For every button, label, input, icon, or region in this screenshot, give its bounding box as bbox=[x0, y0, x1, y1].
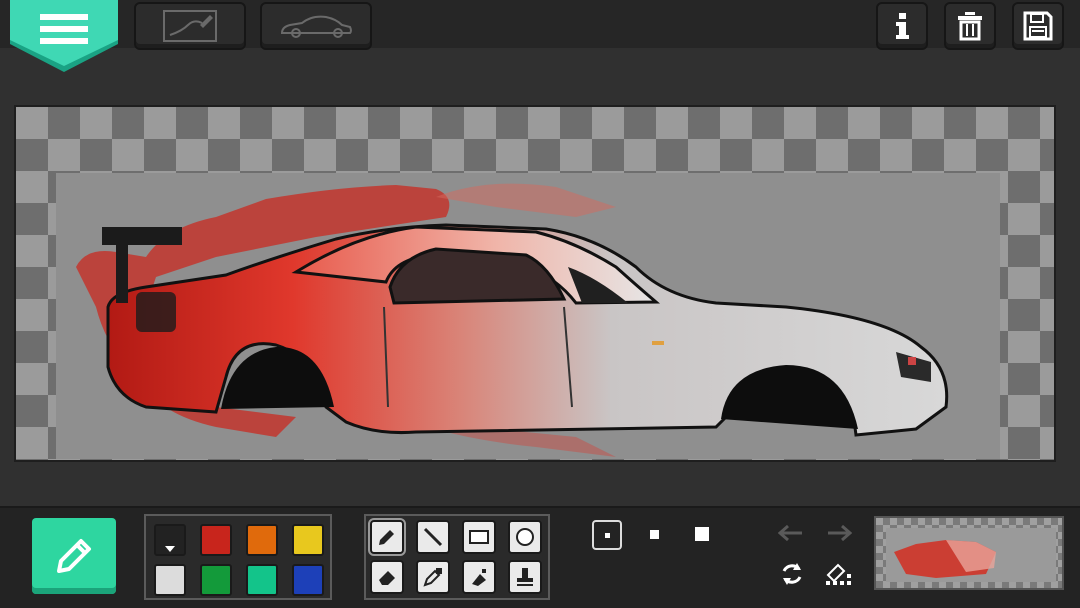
pencil-tool[interactable] bbox=[368, 518, 406, 556]
color-swatch-red[interactable] bbox=[200, 524, 232, 556]
tool-palette bbox=[364, 514, 550, 600]
brush-size-small[interactable] bbox=[592, 520, 622, 550]
stamp-icon bbox=[517, 568, 533, 586]
eraser-tool[interactable] bbox=[370, 560, 404, 594]
color-palette bbox=[144, 514, 332, 600]
stamp-tool[interactable] bbox=[508, 560, 542, 594]
top-bar bbox=[0, 0, 1080, 72]
brush-size-large[interactable] bbox=[690, 522, 714, 546]
draw-mode-button[interactable] bbox=[32, 518, 116, 594]
bottom-toolbar bbox=[0, 506, 1080, 608]
sketch-icon bbox=[163, 10, 217, 42]
eraser-icon bbox=[379, 571, 395, 585]
menu-icon bbox=[10, 0, 118, 72]
redo-icon bbox=[828, 524, 852, 542]
car-tab[interactable] bbox=[260, 2, 372, 50]
info-icon bbox=[896, 13, 909, 39]
clear-grid-button[interactable] bbox=[822, 560, 856, 588]
color-swatch-orange[interactable] bbox=[246, 524, 278, 556]
paint-editor bbox=[0, 0, 1080, 608]
delete-button[interactable] bbox=[944, 2, 996, 50]
rectangle-tool[interactable] bbox=[462, 520, 496, 554]
redo-button[interactable] bbox=[822, 522, 854, 546]
trash-icon bbox=[958, 12, 982, 41]
info-button[interactable] bbox=[876, 2, 928, 50]
pencil-icon bbox=[57, 539, 91, 573]
preview-artwork bbox=[886, 528, 1056, 582]
selected-indicator-icon bbox=[165, 546, 175, 552]
clear-grid-icon bbox=[826, 563, 851, 585]
brush-size-medium[interactable] bbox=[644, 524, 664, 544]
eyedropper-tool[interactable] bbox=[416, 560, 450, 594]
pencil-tool-icon bbox=[379, 530, 394, 545]
brush-dot-medium bbox=[649, 529, 659, 539]
line-tool[interactable] bbox=[416, 520, 450, 554]
car-artwork bbox=[76, 183, 949, 457]
rectangle-icon bbox=[469, 530, 489, 544]
undo-icon bbox=[778, 524, 802, 542]
rotate-icon bbox=[782, 563, 802, 585]
brush-dot-small bbox=[604, 532, 610, 538]
color-swatch-black[interactable] bbox=[154, 524, 186, 556]
save-icon bbox=[1023, 11, 1053, 41]
eyedropper-icon bbox=[423, 568, 442, 587]
color-swatch-yellow[interactable] bbox=[292, 524, 324, 556]
drawing-canvas[interactable] bbox=[14, 105, 1056, 462]
save-button[interactable] bbox=[1012, 2, 1064, 50]
color-swatch-teal[interactable] bbox=[246, 564, 278, 596]
color-swatch-green[interactable] bbox=[200, 564, 232, 596]
sketch-tab[interactable] bbox=[134, 2, 246, 50]
circle-icon bbox=[516, 528, 534, 546]
circle-tool[interactable] bbox=[508, 520, 542, 554]
color-swatch-white[interactable] bbox=[154, 564, 186, 596]
car-silhouette-icon bbox=[280, 15, 352, 38]
fill-tool[interactable] bbox=[462, 560, 496, 594]
rotate-button[interactable] bbox=[776, 560, 808, 588]
undo-button[interactable] bbox=[776, 522, 808, 546]
brush-dot-large bbox=[695, 527, 709, 541]
spray-icon bbox=[472, 569, 486, 586]
line-icon bbox=[423, 527, 443, 547]
color-swatch-blue[interactable] bbox=[292, 564, 324, 596]
menu-button[interactable] bbox=[8, 0, 120, 74]
canvas-preview-thumbnail[interactable] bbox=[874, 516, 1064, 590]
